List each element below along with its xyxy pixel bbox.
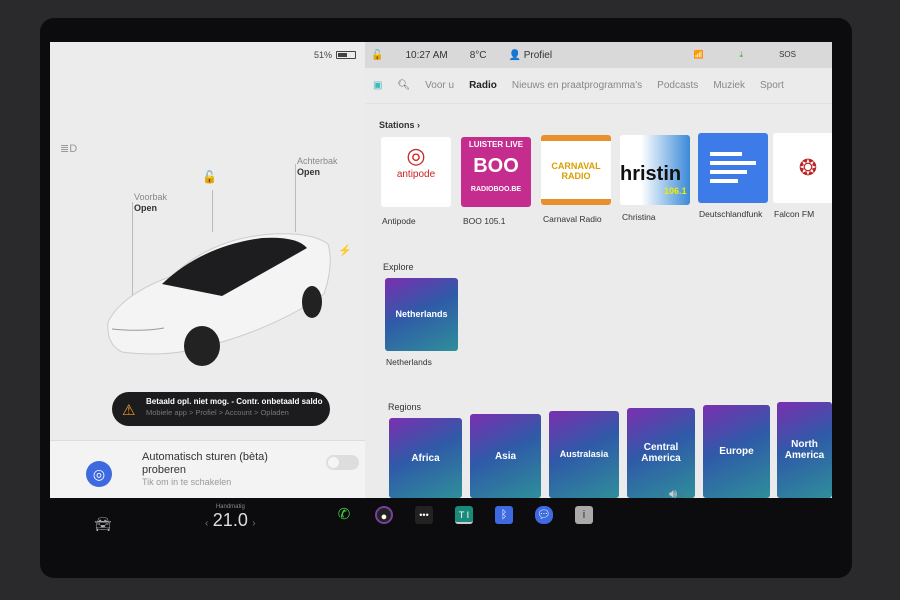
car-icon[interactable]: 🚘︎ bbox=[94, 516, 112, 533]
tunein-icon[interactable]: T I bbox=[455, 506, 473, 524]
tab-podcasts[interactable]: Podcasts bbox=[657, 80, 698, 91]
touchscreen: 51% ≣D Voorbak Open Achterbak Open 🔓 ⚡ ⚠ B… bbox=[50, 42, 832, 508]
camera-icon[interactable]: ● bbox=[375, 506, 393, 524]
region-north-america[interactable]: North America bbox=[777, 402, 832, 498]
tunein-source-icon[interactable]: ▣ bbox=[373, 80, 382, 91]
frunk-control[interactable]: Voorbak Open bbox=[134, 192, 167, 214]
station-carnaval[interactable]: CARNAVAL RADIO bbox=[541, 135, 611, 205]
headlight-icon[interactable]: ≣D bbox=[60, 142, 77, 155]
download-icon[interactable]: ⤓ bbox=[740, 50, 744, 60]
media-tabs: ▣ 🔍︎ Voor u Radio Nieuws en praatprogram… bbox=[365, 68, 832, 104]
volume-control[interactable]: ‹ 🔊︎ › bbox=[662, 486, 684, 502]
region-central-america[interactable]: Central America bbox=[627, 408, 695, 498]
warning-icon: ⚠ bbox=[122, 402, 136, 419]
sos-icon[interactable]: SOS bbox=[779, 50, 796, 60]
tab-music[interactable]: Muziek bbox=[713, 80, 745, 91]
station-boo[interactable]: LUISTER LIVE BOO RADIOBOO.BE bbox=[461, 137, 531, 207]
more-apps-icon[interactable]: ••• bbox=[415, 506, 433, 524]
climate-control[interactable]: Handmatig ‹ 21.0 › bbox=[205, 504, 256, 531]
messages-icon[interactable]: 💬︎ bbox=[535, 506, 553, 524]
lock-icon[interactable]: 🔓 bbox=[371, 50, 383, 61]
volume-icon: 🔊︎ bbox=[668, 486, 678, 501]
temp-up-button[interactable]: › bbox=[252, 518, 255, 529]
tab-radio[interactable]: Radio bbox=[469, 80, 497, 91]
temp-down-button[interactable]: ‹ bbox=[205, 518, 208, 529]
bottom-bar: 🚘︎ Handmatig ‹ 21.0 › ✆ ● ••• T I ᛒ 💬︎ i… bbox=[50, 486, 832, 550]
battery-icon bbox=[336, 51, 356, 59]
bluetooth-icon[interactable]: ᛒ bbox=[495, 506, 513, 524]
tab-sport[interactable]: Sport bbox=[760, 80, 784, 91]
region-africa[interactable]: Africa bbox=[389, 418, 462, 498]
wifi-icon: 📶 bbox=[693, 50, 704, 59]
steering-wheel-icon: ◎ bbox=[86, 461, 112, 487]
unlock-icon[interactable]: 🔓 bbox=[202, 170, 217, 184]
battery-status: 51% bbox=[314, 50, 356, 60]
region-australasia[interactable]: Australasia bbox=[549, 411, 619, 498]
search-icon[interactable]: 🔍︎ bbox=[397, 80, 410, 91]
station-antipode[interactable]: ◎ antipode bbox=[381, 137, 451, 207]
station-christina[interactable]: hristin 106.1 bbox=[620, 135, 690, 205]
tab-voor-u[interactable]: Voor u bbox=[425, 80, 454, 91]
stations-header[interactable]: Stations › bbox=[379, 120, 420, 130]
region-europe[interactable]: Europe bbox=[703, 405, 770, 498]
explore-netherlands[interactable]: Netherlands bbox=[385, 278, 458, 351]
tab-news-talk[interactable]: Nieuws en praatprogramma's bbox=[512, 80, 642, 91]
profile-button[interactable]: 👤 Profiel bbox=[509, 50, 575, 61]
phone-icon[interactable]: ✆ bbox=[335, 506, 353, 524]
autosteer-toggle[interactable] bbox=[326, 455, 359, 470]
trunk-control[interactable]: Achterbak Open bbox=[297, 156, 338, 178]
explore-header: Explore bbox=[383, 262, 414, 272]
station-falcon-fm[interactable]: ❂ bbox=[773, 133, 832, 203]
charging-warning-toast[interactable]: ⚠ Betaald opl. niet mog. - Contr. onbeta… bbox=[112, 392, 330, 426]
vehicle-panel: 51% ≣D Voorbak Open Achterbak Open 🔓 ⚡ ⚠ B… bbox=[50, 42, 378, 508]
car-image bbox=[107, 233, 331, 366]
station-deutschlandfunk[interactable] bbox=[698, 133, 768, 203]
media-panel: 🔓 10:27 AM 8°C 👤 Profiel 📶 ⤓ SOS ▣ 🔍︎ Voor… bbox=[365, 42, 832, 508]
manual-icon[interactable]: i bbox=[575, 506, 593, 524]
status-bar: 🔓 10:27 AM 8°C 👤 Profiel 📶 ⤓ SOS bbox=[365, 42, 832, 68]
region-asia[interactable]: Asia bbox=[470, 414, 541, 498]
regions-header: Regions bbox=[388, 402, 422, 412]
trunk-line bbox=[295, 164, 296, 232]
app-dock: ✆ ● ••• T I ᛒ 💬︎ i bbox=[335, 506, 593, 524]
